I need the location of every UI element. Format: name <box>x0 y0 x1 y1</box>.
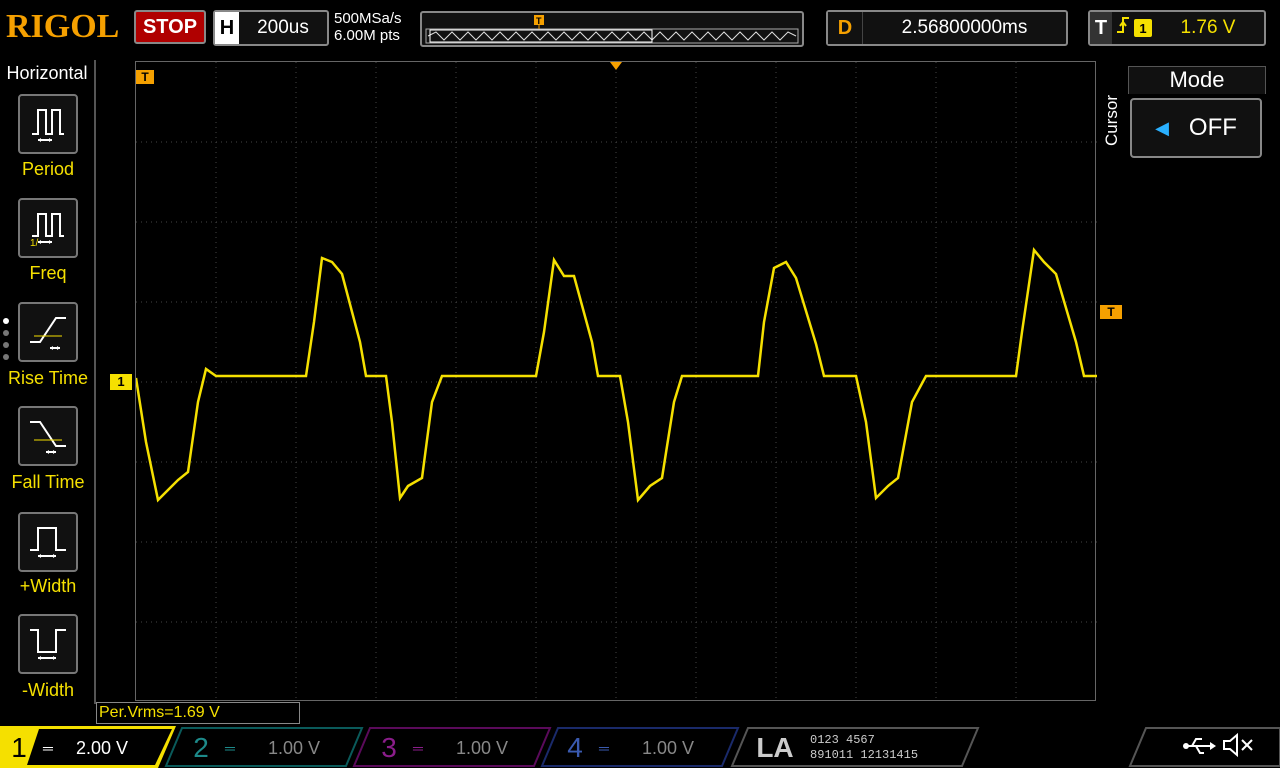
svg-text:T: T <box>536 16 542 26</box>
memory-depth: 6.00M pts <box>334 27 400 44</box>
acquisition-info: 500MSa/s 6.00M pts <box>334 10 402 44</box>
channel-3-box[interactable]: 3 ═ 1.00 V <box>374 728 532 768</box>
trigger-position-marker[interactable]: T <box>136 70 154 84</box>
channel-1-scale: 2.00 V <box>75 737 129 758</box>
channel-1-box[interactable]: 1 ═ 2.00 V <box>4 728 142 768</box>
la-bits-row-1: 0123 4567 <box>810 733 875 747</box>
dc-coupling-icon: ═ <box>413 740 423 756</box>
menu-item-period[interactable] <box>18 94 78 154</box>
grid-lines <box>136 62 1097 702</box>
horizontal-scale-box[interactable]: H 200us <box>213 10 329 46</box>
cursor-mode-value: OFF <box>1188 114 1237 141</box>
cursor-mode-title: Mode <box>1128 66 1266 94</box>
negative-width-icon <box>30 629 66 660</box>
menu-item-rise-time[interactable] <box>18 302 78 362</box>
la-bits-row-2: 891011 12131415 <box>810 748 919 762</box>
waveform-display[interactable] <box>134 61 1097 702</box>
dc-coupling-icon: ═ <box>43 740 53 756</box>
la-channel-bits: 0123 4567 891011 12131415 <box>810 733 918 763</box>
trigger-time-marker <box>610 62 622 70</box>
trigger-label: T <box>1090 12 1112 44</box>
menu-item-positive-width-label: +Width <box>19 576 77 596</box>
cursor-mode-selector[interactable]: ◀ OFF <box>1130 98 1262 158</box>
delay-value: 2.56800000ms <box>901 17 1028 38</box>
svg-text:1/: 1/ <box>30 238 39 249</box>
frequency-icon: 1/ <box>30 213 64 249</box>
channel-2-scale: 1.00 V <box>267 737 321 758</box>
menu-item-freq[interactable]: 1/ <box>18 198 78 258</box>
menu-item-negative-width[interactable] <box>18 614 78 674</box>
rigol-logo: RIGOL <box>6 8 120 45</box>
waveform-area <box>134 62 1097 702</box>
dc-coupling-icon: ═ <box>225 740 235 756</box>
speaker-muted-icon[interactable] <box>1220 732 1256 763</box>
menu-item-fall-time-label: Fall Time <box>11 472 85 492</box>
channel-2-box[interactable]: 2 ═ 1.00 V <box>186 728 344 768</box>
menu-item-positive-width[interactable] <box>18 512 78 572</box>
period-icon <box>32 109 64 142</box>
delay-label: D <box>828 12 863 44</box>
run-stop-indicator[interactable]: STOP <box>134 10 206 44</box>
menu-title: Horizontal <box>6 63 88 83</box>
channel-4-number: 4 <box>567 732 583 763</box>
rise-time-icon <box>30 317 66 350</box>
logic-analyzer-box[interactable]: LA 0123 4567 891011 12131415 <box>740 728 970 768</box>
trigger-box[interactable]: T 1 1.76 V <box>1088 10 1266 46</box>
menu-item-negative-width-label: -Width <box>21 680 74 700</box>
selector-arrow-icon: ◀ <box>1155 117 1169 138</box>
memory-overview[interactable]: T <box>420 11 804 47</box>
channel-2-number: 2 <box>193 732 209 763</box>
menu-item-freq-label: Freq <box>29 263 67 283</box>
sample-rate: 500MSa/s <box>334 10 402 27</box>
dc-coupling-icon: ═ <box>599 740 609 756</box>
channel-3-number: 3 <box>381 732 397 763</box>
usb-icon <box>1180 734 1216 763</box>
la-label: LA <box>756 732 794 763</box>
menu-page-indicator <box>3 318 9 366</box>
menu-item-period-label: Period <box>21 159 75 179</box>
channel-4-box[interactable]: 4 ═ 1.00 V <box>560 728 718 768</box>
horizontal-label: H <box>215 12 239 44</box>
trigger-level-marker[interactable]: T <box>1100 305 1122 319</box>
channel-3-scale: 1.00 V <box>455 737 509 758</box>
delay-box[interactable]: D 2.56800000ms <box>826 10 1068 46</box>
menu-item-rise-time-label: Rise Time <box>7 368 88 388</box>
menu-section-cursor: Cursor <box>1102 95 1121 147</box>
trigger-source-badge: 1 <box>1134 19 1152 37</box>
menu-item-fall-time[interactable] <box>18 406 78 466</box>
channel-4-scale: 1.00 V <box>641 737 695 758</box>
rising-edge-icon <box>1112 14 1134 42</box>
memory-overview-waveform: T <box>425 15 799 44</box>
channel1-offset-marker[interactable]: 1 <box>110 374 132 390</box>
fall-time-icon <box>30 421 66 454</box>
measurement-readout: Per.Vrms=1.69 V <box>96 702 300 724</box>
trigger-position-icon: T <box>534 15 544 29</box>
positive-width-icon <box>30 527 66 558</box>
trigger-level-value: 1.76 V <box>1180 17 1236 38</box>
channel-1-number: 1 <box>11 732 27 763</box>
horizontal-scale-value: 200us <box>257 17 309 38</box>
